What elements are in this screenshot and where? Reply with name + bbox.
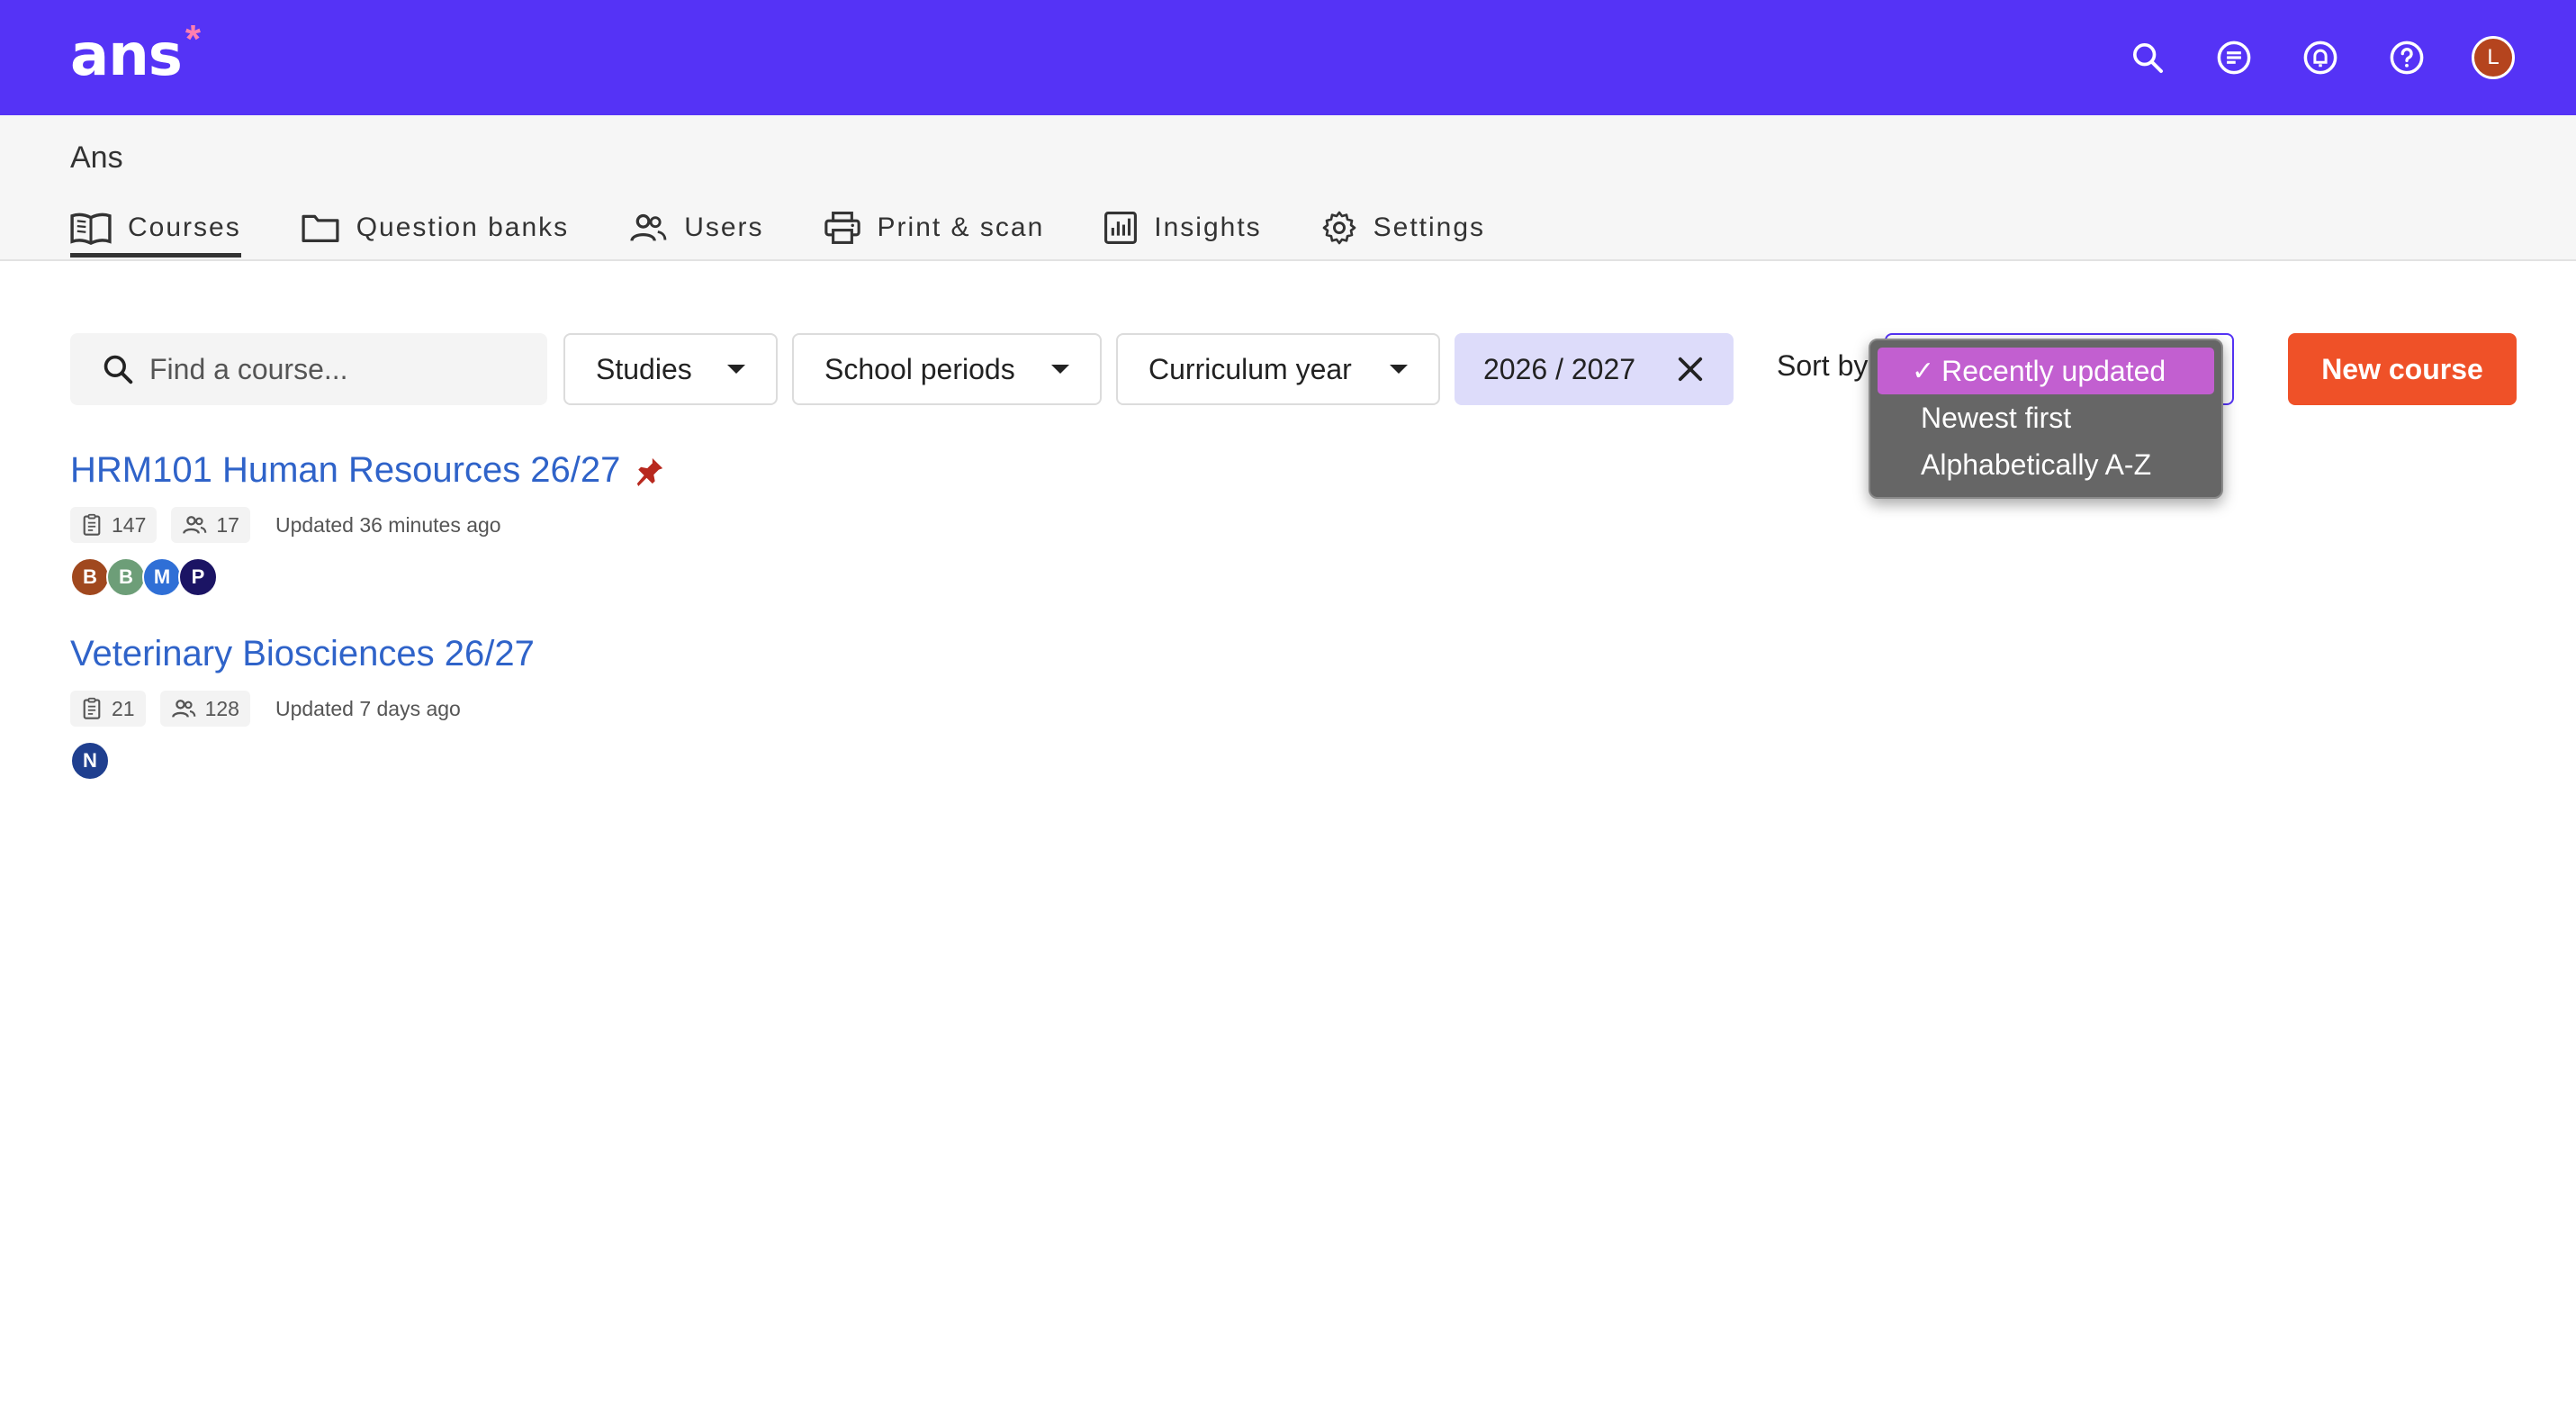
tab-label: Courses <box>128 212 241 242</box>
sort-option-newest-first[interactable]: Newest first <box>1878 394 2214 441</box>
sub-header: Ans Courses Question banks Users Print &… <box>0 115 2576 261</box>
course-meta: 147 17 Updated 36 minutes ago <box>70 507 665 543</box>
tab-label: Users <box>684 212 764 242</box>
sort-option-alphabetical[interactable]: Alphabetically A-Z <box>1878 441 2214 488</box>
help-icon[interactable] <box>2385 36 2428 79</box>
tab-settings[interactable]: Settings <box>1321 198 1485 258</box>
tab-insights[interactable]: Insights <box>1103 198 1261 258</box>
avatar: N <box>70 741 110 781</box>
tab-label: Insights <box>1154 212 1262 242</box>
school-periods-label: School periods <box>824 352 1015 385</box>
members-count: 17 <box>216 512 239 537</box>
avatar: B <box>106 557 146 597</box>
users-icon <box>183 516 207 534</box>
tab-label: Settings <box>1373 212 1486 242</box>
course-title-link[interactable]: HRM101 Human Resources 26/27 <box>70 450 665 491</box>
sort-label: Sort by <box>1777 349 1869 382</box>
members-badge: 128 <box>159 691 250 727</box>
year-filter-chip: 2026 / 2027 <box>1455 333 1734 405</box>
tab-label: Print & scan <box>877 212 1045 242</box>
curriculum-year-dropdown[interactable]: Curriculum year <box>1116 333 1440 405</box>
course-title: HRM101 Human Resources 26/27 <box>70 450 621 490</box>
year-chip-label: 2026 / 2027 <box>1483 352 1636 385</box>
users-icon <box>171 700 195 718</box>
tab-question-banks[interactable]: Question banks <box>301 198 569 258</box>
tab-label: Question banks <box>356 212 570 242</box>
main-nav: Courses Question banks Users Print & sca… <box>70 198 1485 258</box>
avatar: P <box>178 557 218 597</box>
new-course-button[interactable]: New course <box>2288 333 2517 405</box>
avatar: B <box>70 557 110 597</box>
org-name: Ans <box>70 140 123 175</box>
book-icon <box>70 212 112 245</box>
search-icon <box>104 355 133 384</box>
studies-label: Studies <box>596 352 692 385</box>
assignments-badge: 147 <box>70 507 158 543</box>
sort-option-label: Newest first <box>1921 401 2072 434</box>
clipboard-icon <box>83 697 101 719</box>
close-icon[interactable] <box>1676 355 1705 384</box>
clipboard-icon <box>83 513 101 536</box>
sort-option-label: Recently updated <box>1941 354 2166 387</box>
messages-icon[interactable] <box>2212 36 2256 79</box>
updated-time: Updated 7 days ago <box>275 696 461 720</box>
pin-icon[interactable] <box>635 456 665 486</box>
tab-users[interactable]: Users <box>628 198 763 258</box>
folder-icon <box>302 214 339 243</box>
tab-courses[interactable]: Courses <box>70 198 241 258</box>
sort-options-menu: ✓ Recently updated Newest first Alphabet… <box>1869 339 2223 499</box>
filter-bar <box>70 333 547 405</box>
avatar: M <box>142 557 182 597</box>
assignments-count: 147 <box>112 512 147 537</box>
assignments-count: 21 <box>112 696 135 720</box>
gear-icon <box>1322 211 1356 245</box>
members-count: 128 <box>204 696 239 720</box>
sort-option-recently-updated[interactable]: ✓ Recently updated <box>1878 348 2214 394</box>
search-icon[interactable] <box>2126 36 2169 79</box>
updated-time: Updated 36 minutes ago <box>275 512 501 537</box>
printer-icon <box>824 212 860 244</box>
check-icon: ✓ <box>1912 356 1935 386</box>
course-meta: 21 128 Updated 7 days ago <box>70 691 535 727</box>
notifications-icon[interactable] <box>2299 36 2342 79</box>
curriculum-year-label: Curriculum year <box>1148 352 1352 385</box>
course-avatars: N <box>70 741 535 781</box>
top-icons: L <box>2126 36 2515 79</box>
chart-icon <box>1104 212 1138 244</box>
course-title-link[interactable]: Veterinary Biosciences 26/27 <box>70 634 535 674</box>
members-badge: 17 <box>171 507 250 543</box>
sort-option-label: Alphabetically A-Z <box>1921 447 2152 481</box>
course-title: Veterinary Biosciences 26/27 <box>70 634 535 673</box>
search-box <box>70 333 547 405</box>
course-card: HRM101 Human Resources 26/27 147 17 Upda… <box>70 450 665 597</box>
tab-print-scan[interactable]: Print & scan <box>824 198 1045 258</box>
course-card: Veterinary Biosciences 26/27 21 128 Upda… <box>70 634 535 781</box>
user-avatar[interactable]: L <box>2472 36 2515 79</box>
studies-dropdown[interactable]: Studies <box>563 333 778 405</box>
ans-logo[interactable]: ans * <box>70 20 201 92</box>
course-avatars: B B M P <box>70 557 665 597</box>
caret-down-icon <box>1051 365 1069 374</box>
logo-text: ans <box>70 23 183 89</box>
caret-down-icon <box>1390 365 1408 374</box>
logo-star: * <box>185 17 201 61</box>
assignments-badge: 21 <box>70 691 146 727</box>
top-bar: ans * L <box>0 0 2576 115</box>
school-periods-dropdown[interactable]: School periods <box>792 333 1102 405</box>
users-icon <box>630 213 667 241</box>
caret-down-icon <box>727 365 745 374</box>
search-input[interactable] <box>149 352 527 386</box>
